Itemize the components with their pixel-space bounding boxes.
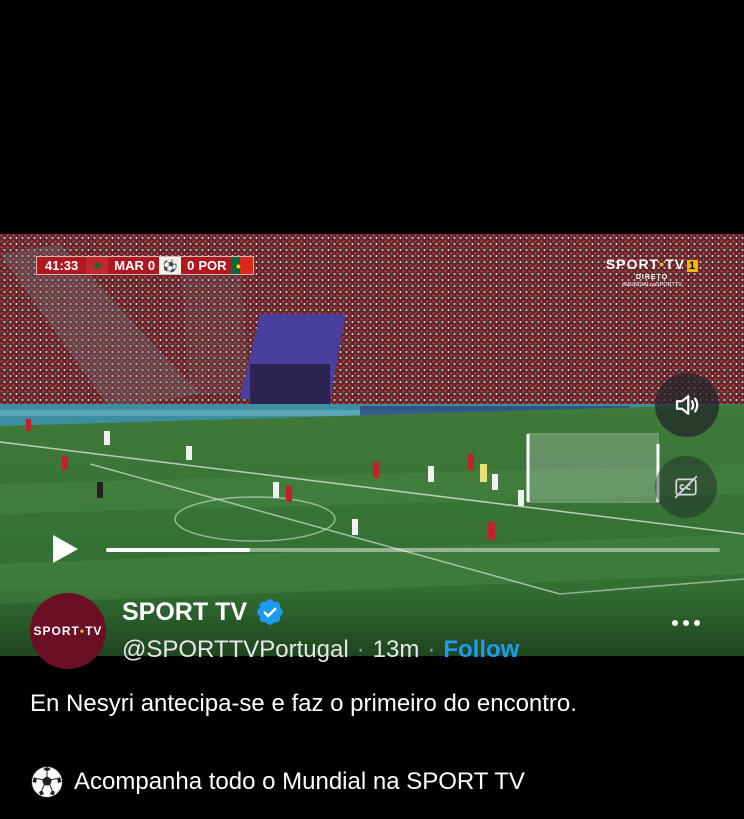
video-progress-fill [106,548,251,552]
tweet-time[interactable]: 13m [373,636,420,664]
morocco-flag-icon: ★ [86,257,109,274]
handle[interactable]: @SPORTTVPortugal [122,636,349,664]
captions-button[interactable] [655,456,717,518]
away-team: 0 POR [181,257,231,274]
meta-separator: · [356,636,365,663]
tweet-text-line-1: En Nesyri antecipa-se e faz o primeiro d… [30,690,577,717]
avatar-text-right: TV [85,624,103,638]
home-team: MAR 0 [108,257,160,274]
away-team-name: POR [198,258,227,273]
play-button[interactable] [48,532,82,566]
more-dot-icon [683,620,689,626]
portugal-flag-icon: ● [230,257,253,274]
avatar[interactable]: SPORT • TV [30,593,106,669]
scoreboard: 41:33 ★ MAR 0 ⚽ 0 POR ● [36,256,254,275]
more-options-button[interactable] [668,611,704,635]
soccer-ball-icon [31,766,63,798]
verified-badge-icon [257,599,283,625]
speaker-icon [675,395,699,415]
tweet-text-line-2: Acompanha todo o Mundial na SPORT TV [30,765,525,799]
match-clock: 41:33 [37,257,87,274]
broadcaster-brand: SPORT•TV 1 [605,256,699,272]
broadcaster-hashtag: #MUNDIALnaSPORTTV [622,282,682,288]
home-team-name: MAR [114,258,144,273]
display-name-text: SPORT TV [122,597,248,626]
follow-button[interactable]: Follow [443,636,519,664]
more-dot-icon [694,620,700,626]
avatar-text-left: SPORT [33,624,80,638]
more-dot-icon [672,620,678,626]
mute-button[interactable] [655,373,719,437]
tweet-text-line-2-text: Acompanha todo o Mundial na SPORT TV [74,768,525,795]
ball-icon: ⚽ [159,257,182,274]
display-name[interactable]: SPORT TV [122,597,285,627]
meta-separator-2: · [427,636,436,663]
closed-captions-icon [674,475,698,499]
video-progress-bar[interactable] [106,548,720,552]
away-score: 0 [187,258,195,273]
play-icon [53,535,78,563]
live-label: DIRETO [635,274,669,281]
broadcaster-logo: SPORT•TV 1 DIRETO #MUNDIALnaSPORTTV [596,256,708,288]
home-score: 0 [147,258,156,273]
tweet-meta: @SPORTTVPortugal · 13m · Follow [122,636,519,664]
